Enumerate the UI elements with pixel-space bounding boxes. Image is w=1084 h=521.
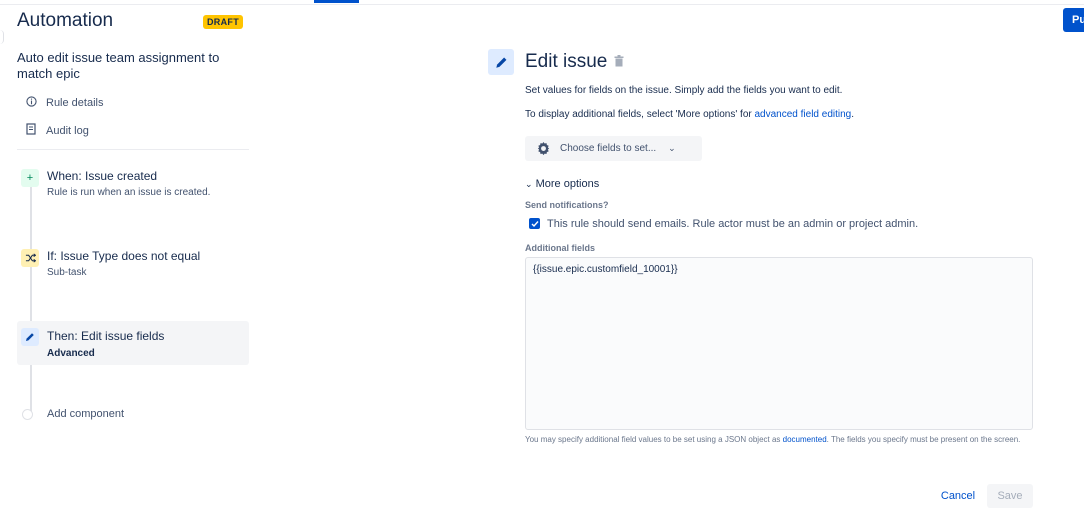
add-component-circle-icon [22,408,33,420]
send-notifications-checkbox[interactable] [529,218,540,229]
save-button[interactable]: Save [987,484,1033,508]
cancel-button[interactable]: Cancel [932,484,984,508]
rule-name[interactable]: Auto edit issue team assignment to match… [17,50,247,82]
additional-fields-label: Additional fields [525,243,596,253]
advanced-editing-info: To display additional fields, select 'Mo… [525,109,854,120]
condition-title: If: Issue Type does not equal [47,249,201,263]
choose-fields-dropdown[interactable]: Choose fields to set... ⌄ [525,136,702,161]
action-subtitle: Advanced [47,348,95,359]
rule-timeline [30,185,32,415]
trigger-subtitle: Rule is run when an issue is created. [47,187,211,198]
active-tab-indicator [314,0,359,3]
pencil-icon [21,328,39,346]
chevron-down-icon: ⌄ [525,179,533,189]
page-title: Automation [17,10,114,31]
gear-icon [536,141,551,156]
add-component-label: Add component [47,408,125,420]
send-notifications-checkbox-label: This rule should send emails. Rule actor… [547,218,919,230]
send-notifications-label: Send notifications? [525,200,609,210]
choose-fields-label: Choose fields to set... [560,143,657,154]
info-icon [24,96,38,110]
more-options-label: More options [535,178,600,190]
audit-log-link[interactable]: Audit log [24,123,89,138]
advanced-field-editing-link[interactable]: advanced field editing [755,109,852,120]
trigger-title: When: Issue created [47,169,158,183]
shuffle-icon [21,249,39,267]
rule-details-link[interactable]: Rule details [24,96,103,110]
action-step[interactable]: Then: Edit issue fields Advanced [17,321,249,365]
help-prefix: You may specify additional field values … [525,435,783,444]
more-options-toggle[interactable]: ⌄ More options [525,178,599,190]
panel-title: Edit issue [525,51,608,72]
pencil-icon [488,49,514,75]
chevron-down-icon: ⌄ [668,143,676,153]
plus-icon: + [21,169,39,187]
trash-icon[interactable] [614,54,624,72]
audit-log-label: Audit log [46,124,89,137]
sidebar-collapse-handle[interactable] [0,30,4,44]
add-component-button[interactable]: Add component [22,408,124,420]
condition-subtitle: Sub-task [47,267,87,278]
checkmark-icon [531,220,539,227]
action-title: Then: Edit issue fields [47,329,165,343]
info-prefix: To display additional fields, select 'Mo… [525,109,755,120]
document-icon [24,123,38,138]
top-nav-bar [0,0,1084,5]
additional-fields-textarea[interactable]: {{issue.epic.customfield_10001}} [525,257,1033,430]
additional-fields-help: You may specify additional field values … [525,434,1030,446]
trigger-step[interactable]: + When: Issue created Rule is run when a… [17,169,249,209]
rule-details-label: Rule details [46,97,104,109]
panel-description: Set values for fields on the issue. Simp… [525,85,843,96]
documented-link[interactable]: documented [783,435,827,444]
publish-button[interactable]: Pu [1063,8,1084,32]
sidebar-divider [17,149,249,150]
info-suffix: . [851,109,855,120]
help-suffix: . The fields you specify must be present… [826,435,1021,444]
condition-step[interactable]: If: Issue Type does not equal Sub-task [17,249,249,289]
status-badge: DRAFT [203,15,243,29]
